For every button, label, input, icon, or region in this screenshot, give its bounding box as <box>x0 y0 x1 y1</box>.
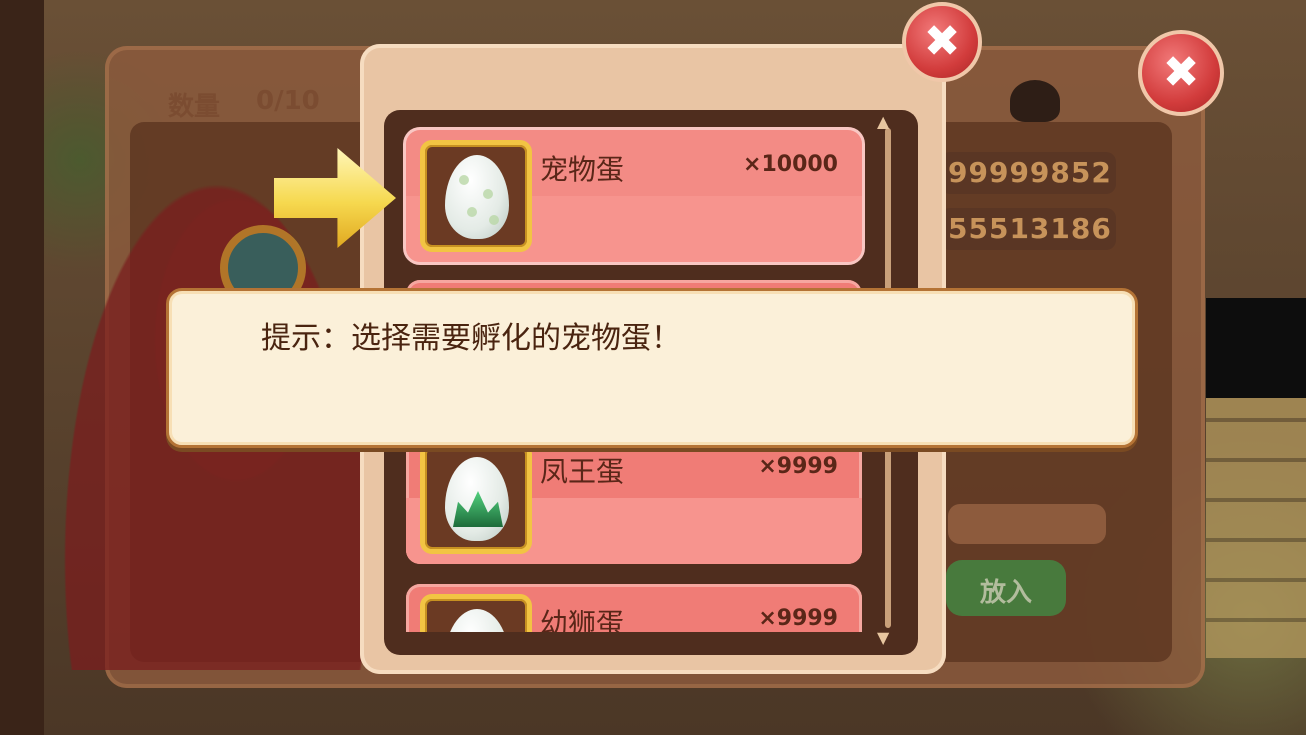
currency-value-2: 55513186 <box>948 212 1112 245</box>
egg-icon-frame <box>420 140 532 252</box>
egg-quantity: ×9999 <box>758 606 838 631</box>
scroll-up-icon[interactable]: ▲ <box>877 112 889 131</box>
brick-wall <box>1206 398 1306 658</box>
egg-icon <box>445 155 509 239</box>
count-value: 0/10 <box>256 86 320 116</box>
tip-dialog: 提示：选择需要孵化的宠物蛋！ <box>166 288 1138 448</box>
egg-icon <box>445 457 509 541</box>
amount-bar <box>948 504 1106 544</box>
close-icon: ✖ <box>1162 47 1200 98</box>
currency-row-1: 99999852 <box>940 152 1116 194</box>
close-button[interactable]: ✖ <box>902 2 982 82</box>
currency-value-1: 99999852 <box>948 156 1112 189</box>
egg-item-lion-egg[interactable]: 幼狮蛋 ×9999 <box>406 584 862 632</box>
window-opening <box>1206 298 1306 398</box>
count-label: 数量 <box>168 92 221 122</box>
egg-icon <box>445 609 509 632</box>
egg-quantity: ×9999 <box>758 454 838 479</box>
egg-name: 宠物蛋 <box>540 153 625 186</box>
egg-icon-frame <box>420 442 532 554</box>
egg-icon-frame <box>420 594 532 632</box>
back-close-button[interactable]: ✖ <box>1138 30 1224 116</box>
tip-text: 提示：选择需要孵化的宠物蛋！ <box>261 321 681 356</box>
egg-name: 幼狮蛋 <box>540 607 625 632</box>
currency-row-2: 55513186 <box>940 208 1116 250</box>
egg-quantity: ×10000 <box>743 152 838 177</box>
egg-name: 凤王蛋 <box>540 455 625 488</box>
cat-icon <box>1010 80 1060 122</box>
egg-item-pet-egg[interactable]: 宠物蛋 ×10000 <box>406 130 862 262</box>
crown-pattern <box>453 491 503 527</box>
put-in-button[interactable]: 放入 <box>946 560 1066 616</box>
put-in-label: 放入 <box>979 578 1032 608</box>
scroll-down-icon[interactable]: ▼ <box>877 628 889 647</box>
left-wall <box>0 0 44 735</box>
close-icon: ✖ <box>923 16 961 67</box>
egg-item-phoenix-egg[interactable]: 凤王蛋 ×9999 <box>406 432 862 564</box>
